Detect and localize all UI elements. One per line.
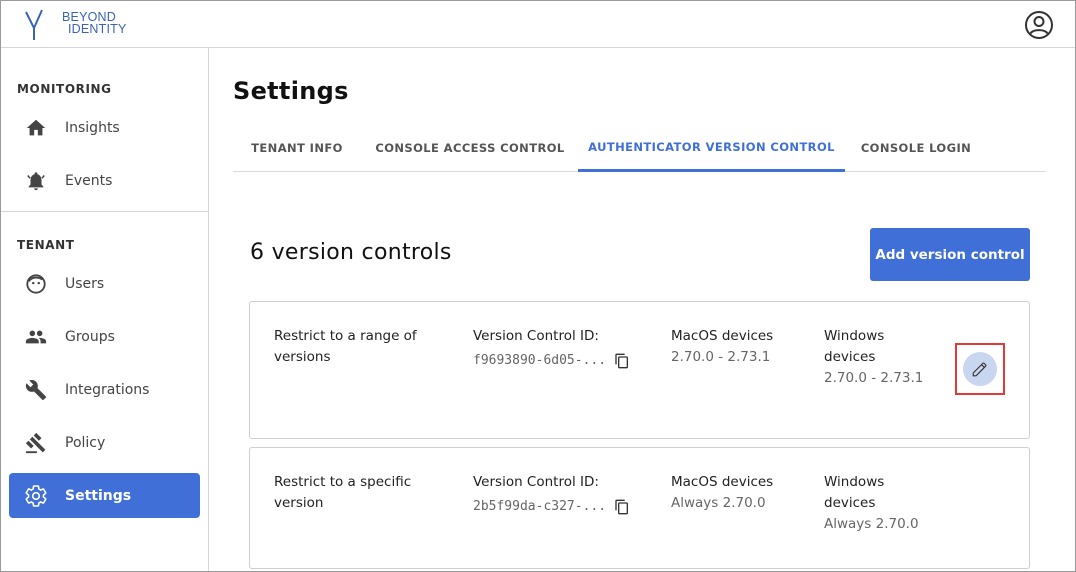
sidebar-item-integrations[interactable]: Integrations — [9, 367, 200, 412]
macos-devices-label: MacOS devices — [671, 328, 774, 344]
version-control-id-label: Version Control ID: — [473, 474, 599, 490]
windows-devices-label: Windows devices — [824, 474, 885, 511]
sidebar-divider — [0, 211, 208, 212]
version-control-card: Restrict to a range of versions Version … — [249, 301, 1030, 439]
sidebar-item-settings[interactable]: Settings — [9, 473, 200, 518]
macos-devices-block: MacOS devices 2.70.0 - 2.73.1 — [671, 326, 791, 368]
sidebar-item-policy[interactable]: Policy — [9, 420, 200, 465]
smiley-icon — [23, 271, 49, 297]
sidebar-item-events[interactable]: Events — [9, 158, 200, 203]
windows-devices-label: Windows devices — [824, 328, 885, 365]
macos-devices-label: MacOS devices — [671, 474, 774, 490]
copy-icon[interactable] — [614, 499, 630, 515]
logo-line-2: IDENTITY — [68, 22, 127, 36]
edit-button[interactable] — [963, 352, 997, 386]
sidebar-item-insights[interactable]: Insights — [9, 105, 200, 150]
sidebar-item-groups[interactable]: Groups — [9, 314, 200, 359]
version-control-id-value: f9693890-6d05-... — [473, 353, 607, 368]
logo-mark-icon — [25, 9, 43, 40]
version-control-id-label: Version Control ID: — [473, 328, 599, 344]
edit-highlight — [955, 343, 1005, 395]
account-circle-icon[interactable] — [1024, 10, 1054, 40]
sidebar-item-label: Events — [65, 172, 113, 189]
windows-devices-value: Always 2.70.0 — [824, 516, 919, 532]
home-icon — [23, 115, 49, 141]
card-description: Restrict to a specific version — [274, 474, 412, 511]
section-label-tenant: TENANT — [17, 238, 75, 252]
sidebar-item-label: Integrations — [65, 381, 150, 398]
sidebar-item-label: Policy — [65, 434, 106, 451]
macos-devices-value: Always 2.70.0 — [671, 495, 766, 511]
tab-tenant-info[interactable]: TENANT INFO — [233, 124, 361, 171]
wrench-icon — [23, 377, 49, 403]
tab-console-login[interactable]: CONSOLE LOGIN — [845, 124, 987, 171]
logo-text: BEYOND IDENTITY — [62, 11, 127, 36]
macos-devices-value: 2.70.0 - 2.73.1 — [671, 349, 771, 365]
windows-devices-block: Windows devices Always 2.70.0 — [824, 472, 924, 535]
gavel-icon — [23, 430, 49, 456]
windows-devices-block: Windows devices 2.70.0 - 2.73.1 — [824, 326, 924, 389]
macos-devices-block: MacOS devices Always 2.70.0 — [671, 472, 791, 514]
tab-authenticator-version-control[interactable]: AUTHENTICATOR VERSION CONTROL — [578, 124, 845, 172]
section-label-monitoring: MONITORING — [17, 82, 112, 96]
version-control-id-block: Version Control ID: f9693890-6d05-... — [473, 326, 653, 371]
pencil-icon — [972, 362, 987, 377]
sidebar: MONITORING Insights Events TENANT Users … — [0, 48, 209, 572]
version-control-id-block: Version Control ID: 2b5f99da-c327-... — [473, 472, 653, 517]
add-version-control-button[interactable]: Add version control — [870, 228, 1030, 281]
version-control-id-value: 2b5f99da-c327-... — [473, 499, 607, 514]
card-description: Restrict to a range of versions — [274, 328, 417, 365]
bell-icon — [23, 168, 49, 194]
sidebar-item-label: Insights — [65, 119, 120, 136]
beyond-identity-logo[interactable]: BEYOND IDENTITY — [22, 8, 127, 42]
version-control-card: Restrict to a specific version Version C… — [249, 447, 1030, 569]
top-header: BEYOND IDENTITY — [0, 0, 1076, 48]
sidebar-item-users[interactable]: Users — [9, 261, 200, 306]
page-title: Settings — [233, 77, 349, 105]
gear-icon — [23, 483, 49, 509]
version-controls-count: 6 version controls — [250, 240, 452, 265]
sidebar-item-label: Users — [65, 275, 105, 292]
windows-devices-value: 2.70.0 - 2.73.1 — [824, 370, 924, 386]
settings-tabs: TENANT INFO CONSOLE ACCESS CONTROL AUTHE… — [233, 124, 1046, 172]
sidebar-item-label: Groups — [65, 328, 115, 345]
tab-console-access-control[interactable]: CONSOLE ACCESS CONTROL — [361, 124, 579, 171]
sidebar-item-label: Settings — [65, 487, 132, 504]
people-icon — [23, 324, 49, 350]
copy-icon[interactable] — [614, 353, 630, 369]
